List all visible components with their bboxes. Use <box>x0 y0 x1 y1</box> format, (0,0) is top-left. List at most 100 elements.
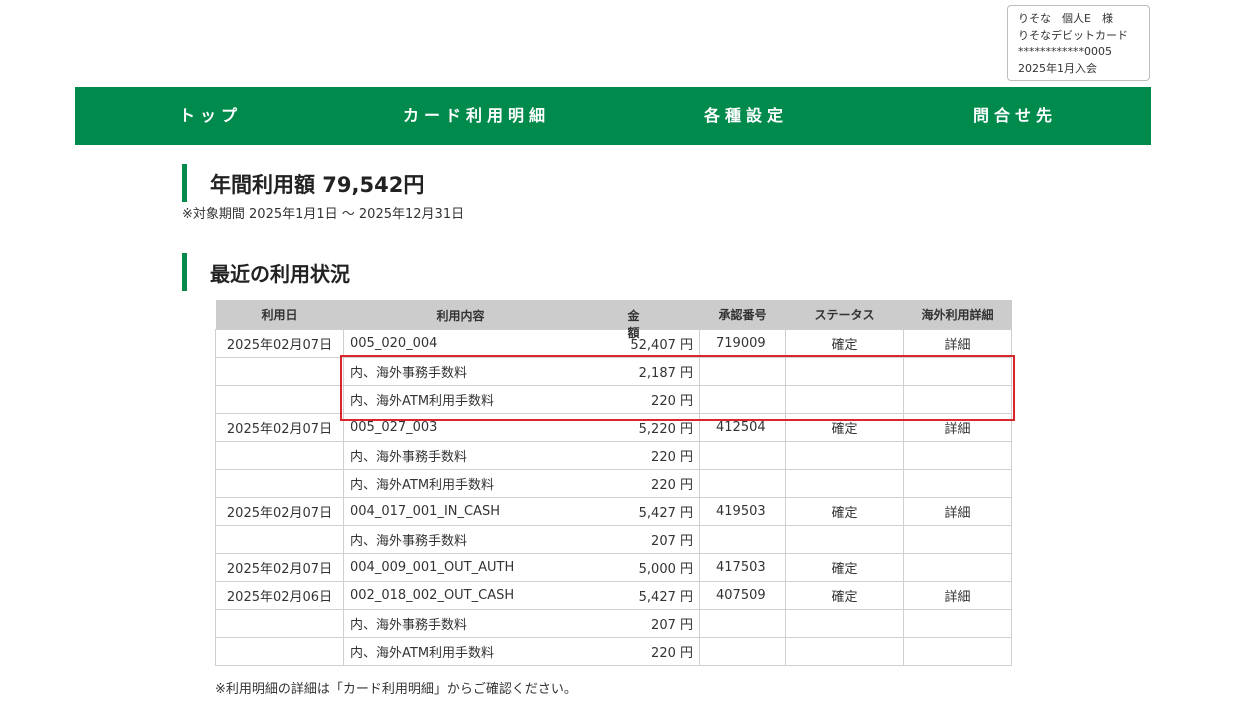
cell-amount: 5,220 円 <box>593 413 700 442</box>
cell-amount: 2,187 円 <box>593 357 700 386</box>
col-content: 利用内容 金額 <box>343 300 640 340</box>
cell-detail <box>903 385 1012 414</box>
cell-date: 2025年02月06日 <box>215 581 344 610</box>
table-row: 2025年02月07日 004_009_001_OUT_AUTH 5,000 円 41… <box>215 553 1012 582</box>
cell-status: 確定 <box>785 581 904 610</box>
section-marker <box>182 164 187 202</box>
cell-content: 005_027_003 <box>343 413 594 442</box>
col-amount-label: 金額 <box>627 309 640 340</box>
col-spacer <box>593 300 700 330</box>
table-row: 内、海外ATM利用手数料 220 円 <box>215 385 1012 414</box>
annual-usage-period: ※対象期間 2025年1月1日 〜 2025年12月31日 <box>182 207 465 222</box>
cell-content: 内、海外事務手数料 <box>343 609 594 638</box>
cell-status: 確定 <box>785 553 904 582</box>
footer-note: ※利用明細の詳細は「カード利用明細」からご確認ください。 <box>215 682 577 697</box>
nav-top[interactable]: トップ <box>179 87 242 145</box>
cell-status <box>785 441 904 470</box>
cell-status <box>785 469 904 498</box>
cell-status: 確定 <box>785 329 904 358</box>
cell-approval <box>699 441 786 470</box>
table-row: 内、海外事務手数料 207 円 <box>215 609 1012 638</box>
table-row: 2025年02月07日 005_027_003 5,220 円 412504 確定 詳細 <box>215 413 1012 442</box>
cell-date: 2025年02月07日 <box>215 329 344 358</box>
cell-status <box>785 385 904 414</box>
cell-approval <box>699 357 786 386</box>
col-date: 利用日 <box>215 300 344 330</box>
cell-date: 2025年02月07日 <box>215 553 344 582</box>
table-row: 2025年02月07日 004_017_001_IN_CASH 5,427 円 419… <box>215 497 1012 526</box>
cell-detail <box>903 525 1012 554</box>
user-info-box: りそな 個人E 様 りそなデビットカード ************0005 20… <box>1007 5 1150 81</box>
cell-detail[interactable]: 詳細 <box>903 497 1012 526</box>
cell-approval <box>699 469 786 498</box>
cell-content: 内、海外ATM利用手数料 <box>343 469 594 498</box>
cell-date <box>215 609 344 638</box>
cell-amount: 220 円 <box>593 469 700 498</box>
cell-status <box>785 525 904 554</box>
nav-card-statement[interactable]: カード利用明細 <box>403 87 550 145</box>
cell-approval: 407509 <box>699 581 786 610</box>
cell-date: 2025年02月07日 <box>215 497 344 526</box>
col-status: ステータス <box>785 300 904 330</box>
cell-content: 内、海外事務手数料 <box>343 357 594 386</box>
col-content-label: 利用内容 <box>436 309 485 323</box>
cell-amount: 52,407 円 <box>593 329 700 358</box>
cell-detail[interactable]: 詳細 <box>903 581 1012 610</box>
card-number: ************0005 <box>1018 45 1112 58</box>
table-header: 利用日 利用内容 金額 承認番号 ステータス 海外利用詳細 <box>215 300 1012 340</box>
cell-approval <box>699 637 786 666</box>
cell-date <box>215 469 344 498</box>
annual-usage-title: 年間利用額 79,542円 <box>210 173 425 197</box>
recent-usage-title: 最近の利用状況 <box>210 262 350 286</box>
cell-approval <box>699 385 786 414</box>
cell-content: 内、海外事務手数料 <box>343 441 594 470</box>
cell-date <box>215 357 344 386</box>
cell-approval: 412504 <box>699 413 786 442</box>
cell-status <box>785 357 904 386</box>
cell-detail[interactable]: 詳細 <box>903 413 1012 442</box>
cell-content: 005_020_004 <box>343 329 594 358</box>
user-name: りそな 個人E 様 <box>1018 12 1113 25</box>
card-name: りそなデビットカード <box>1018 28 1128 42</box>
cell-amount: 220 円 <box>593 385 700 414</box>
cell-date: 2025年02月07日 <box>215 413 344 442</box>
nav-settings[interactable]: 各種設定 <box>704 87 788 145</box>
cell-approval: 417503 <box>699 553 786 582</box>
cell-content: 004_009_001_OUT_AUTH <box>343 553 594 582</box>
cell-detail <box>903 609 1012 638</box>
cell-amount: 207 円 <box>593 525 700 554</box>
cell-content: 004_017_001_IN_CASH <box>343 497 594 526</box>
cell-detail <box>903 469 1012 498</box>
join-date: 2025年1月入会 <box>1018 61 1097 75</box>
cell-date <box>215 441 344 470</box>
cell-amount: 5,000 円 <box>593 553 700 582</box>
table-row: 2025年02月06日 002_018_002_OUT_CASH 5,427 円 40… <box>215 581 1012 610</box>
cell-status: 確定 <box>785 413 904 442</box>
cell-content: 内、海外事務手数料 <box>343 525 594 554</box>
cell-content: 内、海外ATM利用手数料 <box>343 637 594 666</box>
cell-detail <box>903 357 1012 386</box>
col-overseas: 海外利用詳細 <box>903 300 1012 330</box>
main-nav: トップ カード利用明細 各種設定 問合せ先 <box>75 87 1151 145</box>
cell-approval: 719009 <box>699 329 786 358</box>
nav-contact[interactable]: 問合せ先 <box>973 87 1057 145</box>
table-row: 内、海外事務手数料 220 円 <box>215 441 1012 470</box>
table-row: 内、海外事務手数料 2,187 円 <box>215 357 1012 386</box>
cell-content: 内、海外ATM利用手数料 <box>343 385 594 414</box>
cell-detail[interactable]: 詳細 <box>903 329 1012 358</box>
table-row: 2025年02月07日 005_020_004 52,407 円 719009 確定 詳細 <box>215 329 1012 358</box>
cell-content: 002_018_002_OUT_CASH <box>343 581 594 610</box>
cell-status: 確定 <box>785 497 904 526</box>
cell-status <box>785 637 904 666</box>
cell-amount: 220 円 <box>593 637 700 666</box>
cell-date <box>215 637 344 666</box>
section-marker <box>182 253 187 291</box>
table-row: 内、海外ATM利用手数料 220 円 <box>215 637 1012 666</box>
cell-amount: 5,427 円 <box>593 497 700 526</box>
col-approval: 承認番号 <box>699 300 786 330</box>
cell-date <box>215 525 344 554</box>
cell-approval <box>699 525 786 554</box>
cell-approval: 419503 <box>699 497 786 526</box>
cell-detail <box>903 637 1012 666</box>
cell-amount: 220 円 <box>593 441 700 470</box>
